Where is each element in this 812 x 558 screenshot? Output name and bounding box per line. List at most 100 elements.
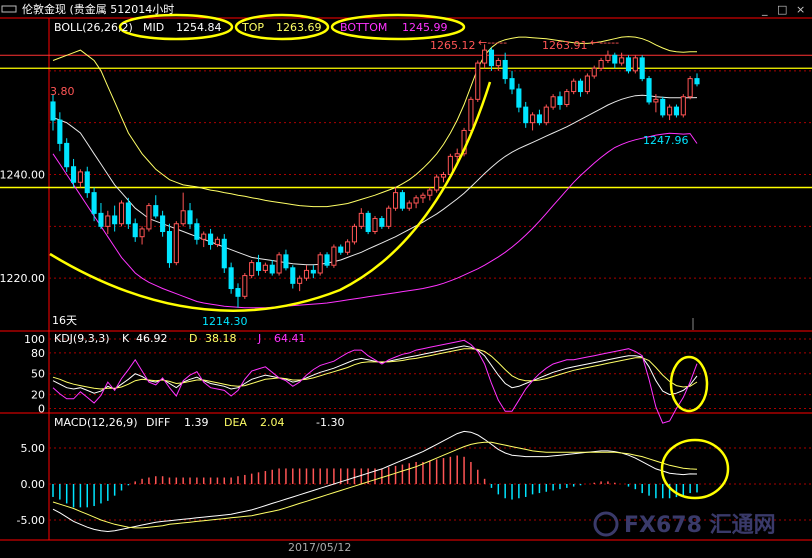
candle-body [214, 238, 220, 245]
candle-body [153, 205, 159, 217]
candle-body [530, 114, 536, 124]
candle-body [386, 207, 392, 227]
maximize-button[interactable]: □ [777, 3, 787, 16]
macd-dea-value: 2.04 [260, 416, 285, 429]
period-label: 16天 [52, 314, 77, 327]
boll-mid-value: 1254.84 [176, 21, 222, 34]
candle-body [146, 205, 152, 230]
candle-body [283, 254, 289, 269]
watermark-text: FX678 汇通网 [624, 513, 776, 538]
candle-body [564, 91, 570, 106]
kdj-tick-label: 0 [38, 403, 45, 416]
candle-body [91, 192, 97, 214]
macd-name: MACD(12,26,9) [54, 416, 138, 429]
candle-body [276, 254, 282, 274]
low-label: 1214.30 [202, 315, 248, 328]
candle-body [242, 275, 248, 297]
candle-body [440, 174, 447, 178]
candle-body [77, 171, 83, 183]
candle-body [262, 264, 268, 271]
kdj-j-label: J [257, 332, 261, 345]
candle-body [543, 106, 549, 124]
boll-low-label: 1247.96 [643, 134, 689, 147]
candle-body [208, 233, 214, 245]
candle-body [694, 78, 700, 85]
high1-label: 1265.12 [430, 39, 476, 52]
high1-arrow: ←----- [478, 36, 507, 49]
macd-tick-label: 5.00 [21, 442, 46, 455]
candle-body [125, 202, 131, 225]
minimize-button[interactable]: _ [761, 3, 768, 16]
macd-histogram [52, 455, 698, 508]
candle-body [406, 202, 412, 209]
candle-body [646, 78, 652, 103]
candle-body [345, 241, 351, 253]
candle-body [338, 246, 344, 253]
candle-body [70, 166, 77, 183]
watermark: FX678 汇通网 [593, 511, 776, 538]
x-axis-date: 2017/05/12 [288, 541, 351, 554]
candle-body [413, 197, 419, 204]
candle-body [235, 288, 241, 297]
candle-body [365, 212, 371, 233]
candle-body [50, 101, 56, 121]
macd-tick-label: 0.00 [21, 478, 46, 491]
kdj-tick-label: 50 [31, 368, 45, 381]
candle-body [132, 223, 138, 238]
candle-body [516, 88, 522, 108]
macd-legend: MACD(12,26,9) DIFF 1.39 DEA 2.04 -1.30 [54, 416, 344, 429]
boll-name: BOLL(26,26,2) [54, 21, 133, 34]
candle-body [557, 96, 563, 106]
macd-tick-label: -5.00 [17, 514, 45, 527]
candle-body [64, 142, 70, 168]
kdj-tick-label: 100 [24, 333, 45, 346]
candle-body [105, 215, 111, 227]
grid-lines [49, 70, 812, 521]
boll-bottom-label: BOTTOM [340, 21, 387, 34]
candle-body [112, 215, 118, 225]
candle-body [625, 57, 632, 72]
candle-body [180, 210, 186, 225]
candle-body [358, 212, 364, 227]
candle-body [194, 223, 200, 240]
kdj-k-label: K [122, 332, 130, 345]
candle-body [454, 153, 460, 157]
candle-body [98, 212, 104, 227]
candle-body [317, 254, 323, 274]
candle-body [468, 98, 474, 131]
candle-body [221, 238, 227, 269]
candle-body [523, 106, 529, 124]
candle-body [303, 269, 310, 279]
candle-body [591, 67, 597, 77]
candle-body [297, 277, 303, 284]
kdj-d-value: 38.18 [205, 332, 237, 345]
candle-body [488, 49, 495, 67]
candle-body [550, 96, 556, 108]
candle-body [372, 218, 378, 233]
candle-body [420, 194, 426, 199]
kdj-d-label: D [189, 332, 197, 345]
price-annotations: 1265.12 ←----- 1263.91 ←----- 1214.30 12… [50, 36, 689, 328]
candle-body [667, 106, 673, 116]
candle-body [118, 202, 125, 225]
kdj-tick-label: 80 [31, 347, 45, 360]
boll-top-label: TOP [241, 21, 264, 34]
candle-body [509, 78, 515, 90]
candle-body [166, 231, 173, 264]
candle-body [577, 80, 584, 93]
candle-body [201, 233, 207, 240]
candle-body [249, 262, 255, 277]
boll-legend: BOLL(26,26,2) MID 1254.84 TOP 1263.69 BO… [54, 21, 448, 34]
boll-bottom-value: 1245.99 [402, 21, 448, 34]
high2-label: 1263.91 [542, 39, 588, 52]
y-axis-ticks: 1240.00 1220.00 10080 50 200 5.00 0.00 -5.00 [0, 169, 45, 528]
candle-body [427, 189, 433, 196]
close-button[interactable]: × [796, 3, 805, 16]
high2-arrow: ←----- [590, 36, 619, 49]
candle-body [434, 176, 440, 191]
macd-value: -1.30 [316, 416, 344, 429]
candle-body [255, 262, 262, 271]
candle-body [379, 218, 385, 227]
price-tick-label: 1220.00 [0, 272, 45, 285]
candle-body [612, 54, 618, 64]
